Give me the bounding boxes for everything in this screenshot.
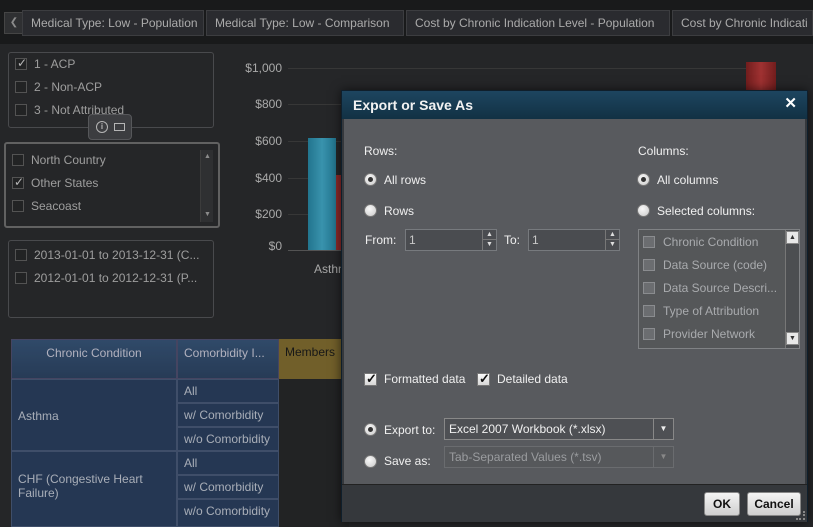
ok-button[interactable]: OK: [704, 492, 740, 516]
export-to-radio[interactable]: [364, 423, 377, 436]
save-format-value: Tab-Separated Values (*.tsv): [449, 450, 602, 464]
from-value: 1: [409, 233, 416, 247]
column-item-data-source-code[interactable]: Data Source (code): [643, 255, 767, 275]
detailed-data-label: Detailed data: [497, 372, 568, 386]
export-to-label: Export to:: [384, 423, 436, 437]
cancel-button[interactable]: Cancel: [747, 492, 801, 516]
column-item-label: Type of Attribution: [663, 304, 760, 318]
to-label: To:: [504, 233, 521, 247]
spinner-up-icon[interactable]: ▲: [483, 230, 496, 240]
dialog-title-bar[interactable]: Export or Save As ✕: [342, 91, 807, 119]
to-value: 1: [532, 233, 539, 247]
checkbox[interactable]: [643, 236, 655, 248]
dialog-title: Export or Save As: [353, 97, 474, 113]
dialog-footer: OK Cancel: [342, 484, 807, 522]
export-format-select[interactable]: Excel 2007 Workbook (*.xlsx) ▼: [444, 418, 674, 440]
all-rows-label: All rows: [384, 173, 427, 187]
all-rows-radio[interactable]: [364, 173, 377, 186]
checkbox[interactable]: [643, 282, 655, 294]
checkbox[interactable]: [643, 305, 655, 317]
rows-label: Rows: [384, 204, 415, 218]
column-item-label: Chronic Condition: [663, 235, 759, 249]
scroll-up-icon[interactable]: ▲: [786, 231, 799, 244]
rows-section-label: Rows:: [364, 144, 398, 158]
spinner-up-icon[interactable]: ▲: [606, 230, 619, 240]
resize-grip-icon[interactable]: [796, 511, 805, 520]
formatted-data-label: Formatted data: [384, 372, 466, 386]
close-icon[interactable]: ✕: [784, 96, 797, 112]
spinner-buttons: ▲ ▼: [605, 230, 619, 250]
column-item-label: Provider Network: [663, 327, 756, 341]
scroll-down-icon[interactable]: ▼: [786, 332, 799, 345]
checkbox[interactable]: [643, 328, 655, 340]
chevron-down-icon[interactable]: ▼: [653, 419, 673, 439]
save-format-select[interactable]: Tab-Separated Values (*.tsv) ▼: [444, 446, 674, 468]
all-columns-label: All columns: [657, 173, 719, 187]
from-label: From:: [365, 233, 397, 247]
to-spinner[interactable]: 1 ▲ ▼: [528, 229, 620, 251]
checkbox[interactable]: [643, 259, 655, 271]
chevron-down-icon[interactable]: ▼: [653, 447, 673, 467]
dialog-body: Rows: All rows Rows From: 1 ▲ ▼ To: 1 ▲ …: [344, 119, 805, 484]
column-item-type-of-attribution[interactable]: Type of Attribution: [643, 301, 759, 321]
column-item-label: Data Source Descri...: [663, 281, 778, 295]
selected-columns-label: Selected columns:: [657, 204, 756, 218]
column-item-chronic-condition[interactable]: Chronic Condition: [643, 232, 758, 252]
columns-scrollbar[interactable]: ▲ ▼: [785, 230, 799, 348]
detailed-data-checkbox[interactable]: [477, 371, 490, 387]
save-as-label: Save as:: [384, 454, 431, 468]
rows-radio[interactable]: [364, 204, 377, 217]
spinner-buttons: ▲ ▼: [482, 230, 496, 250]
column-item-data-source-description[interactable]: Data Source Descri...: [643, 278, 777, 298]
save-as-radio[interactable]: [364, 455, 377, 468]
column-item-label: Data Source (code): [663, 258, 768, 272]
export-dialog: Export or Save As ✕ Rows: All rows Rows …: [341, 90, 808, 522]
from-spinner[interactable]: 1 ▲ ▼: [405, 229, 497, 251]
export-format-value: Excel 2007 Workbook (*.xlsx): [449, 422, 606, 436]
spinner-down-icon[interactable]: ▼: [483, 240, 496, 250]
selected-columns-radio[interactable]: [637, 204, 650, 217]
spinner-down-icon[interactable]: ▼: [606, 240, 619, 250]
columns-section-label: Columns:: [638, 144, 689, 158]
columns-list: Chronic Condition Data Source (code) Dat…: [638, 229, 800, 349]
column-item-provider-network[interactable]: Provider Network: [643, 324, 755, 344]
formatted-data-checkbox[interactable]: [364, 371, 377, 387]
all-columns-radio[interactable]: [637, 173, 650, 186]
